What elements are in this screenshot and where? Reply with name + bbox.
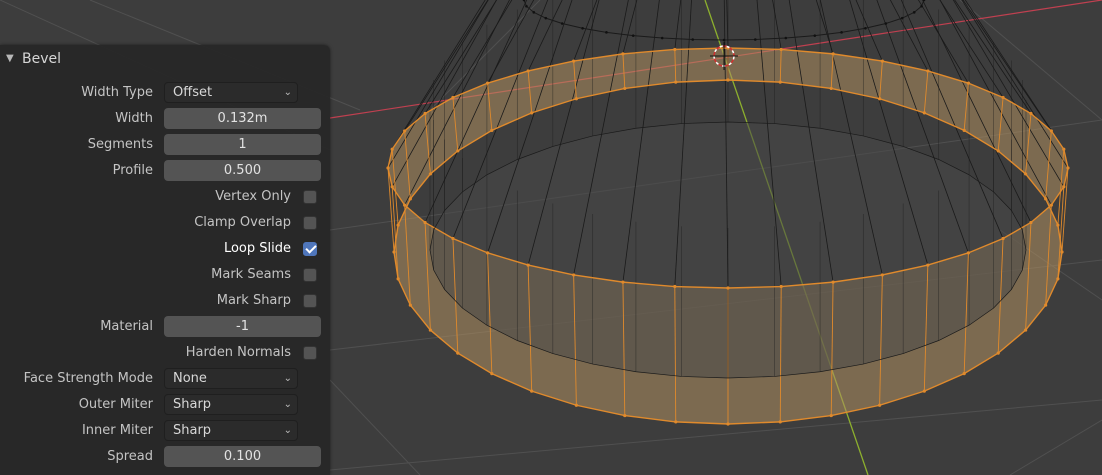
- profile-label: Profile: [112, 163, 153, 178]
- face-strength-mode-value: None: [173, 371, 207, 386]
- inner-miter-row: Inner Miter Sharp ⌄: [0, 418, 330, 444]
- panel-title: Bevel: [22, 51, 62, 67]
- segments-field[interactable]: 1: [164, 134, 321, 155]
- vertex-only-row: Vertex Only: [0, 184, 330, 210]
- mark-sharp-row: Mark Sharp: [0, 288, 330, 314]
- outer-miter-value: Sharp: [173, 397, 212, 412]
- vertex-only-checkbox[interactable]: [303, 190, 317, 204]
- clamp-overlap-label: Clamp Overlap: [194, 215, 291, 230]
- chevron-down-icon: ⌄: [283, 399, 292, 410]
- mark-sharp-label: Mark Sharp: [216, 293, 291, 308]
- width-type-row: Width Type Offset ⌄: [0, 80, 330, 106]
- harden-normals-checkbox[interactable]: [303, 346, 317, 360]
- harden-normals-label: Harden Normals: [185, 345, 291, 360]
- bevel-operator-panel: ▼ Bevel Width Type Offset ⌄ Width 0.132m…: [0, 45, 330, 475]
- harden-normals-row: Harden Normals: [0, 340, 330, 366]
- segments-label: Segments: [87, 137, 153, 152]
- width-field[interactable]: 0.132m: [164, 108, 321, 129]
- mark-seams-row: Mark Seams: [0, 262, 330, 288]
- inner-miter-value: Sharp: [173, 423, 212, 438]
- loop-slide-label: Loop Slide: [223, 241, 291, 256]
- outer-miter-dropdown[interactable]: Sharp ⌄: [164, 394, 298, 415]
- width-type-dropdown[interactable]: Offset ⌄: [164, 82, 298, 103]
- segments-row: Segments 1: [0, 132, 330, 158]
- width-type-label: Width Type: [81, 85, 153, 100]
- spread-label: Spread: [107, 449, 153, 464]
- profile-row: Profile 0.500: [0, 158, 330, 184]
- chevron-down-icon: ⌄: [283, 87, 292, 98]
- profile-field[interactable]: 0.500: [164, 160, 321, 181]
- material-row: Material -1: [0, 314, 330, 340]
- panel-header[interactable]: ▼ Bevel: [0, 45, 330, 73]
- collapse-triangle-icon[interactable]: ▼: [6, 53, 14, 64]
- spread-row: Spread 0.100: [0, 444, 330, 470]
- face-strength-mode-label: Face Strength Mode: [23, 371, 153, 386]
- clamp-overlap-row: Clamp Overlap: [0, 210, 330, 236]
- clamp-overlap-checkbox[interactable]: [303, 216, 317, 230]
- outer-miter-label: Outer Miter: [78, 397, 153, 412]
- spread-field[interactable]: 0.100: [164, 446, 321, 467]
- width-type-value: Offset: [173, 85, 213, 100]
- loop-slide-row: Loop Slide: [0, 236, 330, 262]
- inner-miter-label: Inner Miter: [81, 423, 153, 438]
- material-label: Material: [100, 319, 153, 334]
- width-row: Width 0.132m: [0, 106, 330, 132]
- mark-sharp-checkbox[interactable]: [303, 294, 317, 308]
- mark-seams-checkbox[interactable]: [303, 268, 317, 282]
- vertex-only-label: Vertex Only: [215, 189, 291, 204]
- loop-slide-checkbox[interactable]: [303, 242, 317, 256]
- chevron-down-icon: ⌄: [283, 425, 292, 436]
- chevron-down-icon: ⌄: [283, 373, 292, 384]
- face-strength-mode-row: Face Strength Mode None ⌄: [0, 366, 330, 392]
- width-label: Width: [115, 111, 153, 126]
- inner-miter-dropdown[interactable]: Sharp ⌄: [164, 420, 298, 441]
- mark-seams-label: Mark Seams: [211, 267, 291, 282]
- material-field[interactable]: -1: [164, 316, 321, 337]
- cylinder-mesh[interactable]: [386, 0, 1070, 426]
- face-strength-mode-dropdown[interactable]: None ⌄: [164, 368, 298, 389]
- outer-miter-row: Outer Miter Sharp ⌄: [0, 392, 330, 418]
